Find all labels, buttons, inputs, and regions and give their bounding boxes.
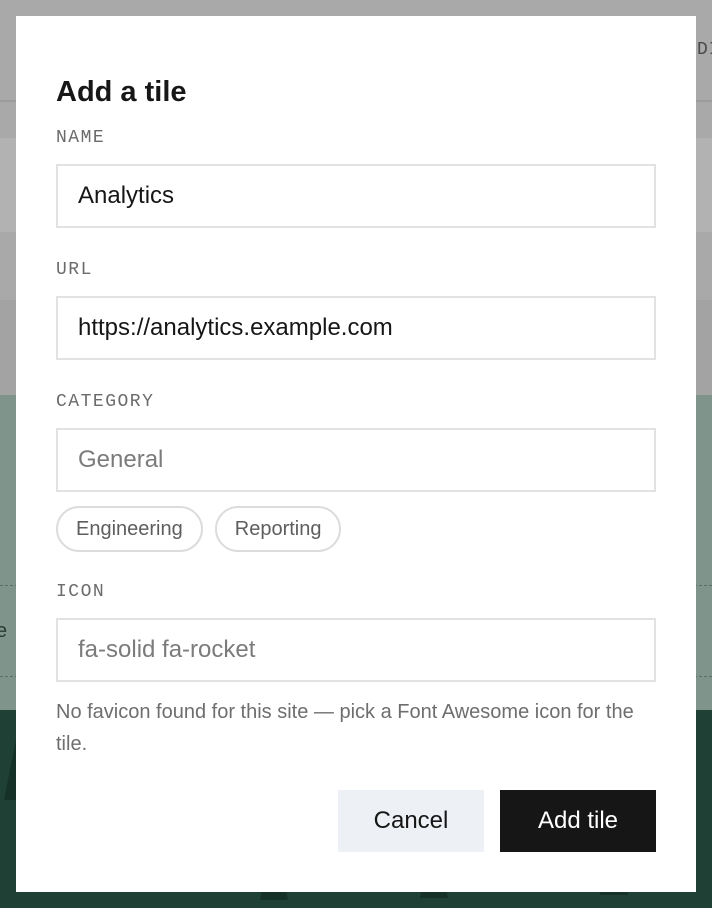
cancel-button[interactable]: Cancel	[338, 790, 484, 852]
category-chip-engineering[interactable]: Engineering	[56, 506, 203, 552]
background-header-text: DI	[697, 40, 712, 60]
background-row-text: e	[0, 620, 8, 642]
url-label: URL	[56, 260, 93, 280]
category-suggestions: Engineering Reporting	[56, 506, 342, 552]
name-input[interactable]	[56, 164, 656, 228]
add-tile-dialog: Add a tile NAME URL CATEGORY Engineering…	[16, 16, 696, 892]
icon-help-text: No favicon found for this site — pick a …	[56, 701, 634, 755]
category-label: CATEGORY	[56, 392, 155, 412]
category-chip-reporting[interactable]: Reporting	[214, 506, 342, 552]
dialog-title: Add a tile	[56, 76, 187, 108]
url-input[interactable]	[56, 296, 656, 360]
category-input[interactable]	[56, 428, 656, 492]
icon-label: ICON	[56, 582, 106, 602]
add-tile-button[interactable]: Add tile	[500, 790, 656, 852]
icon-input[interactable]	[56, 618, 656, 682]
name-label: NAME	[56, 128, 106, 148]
